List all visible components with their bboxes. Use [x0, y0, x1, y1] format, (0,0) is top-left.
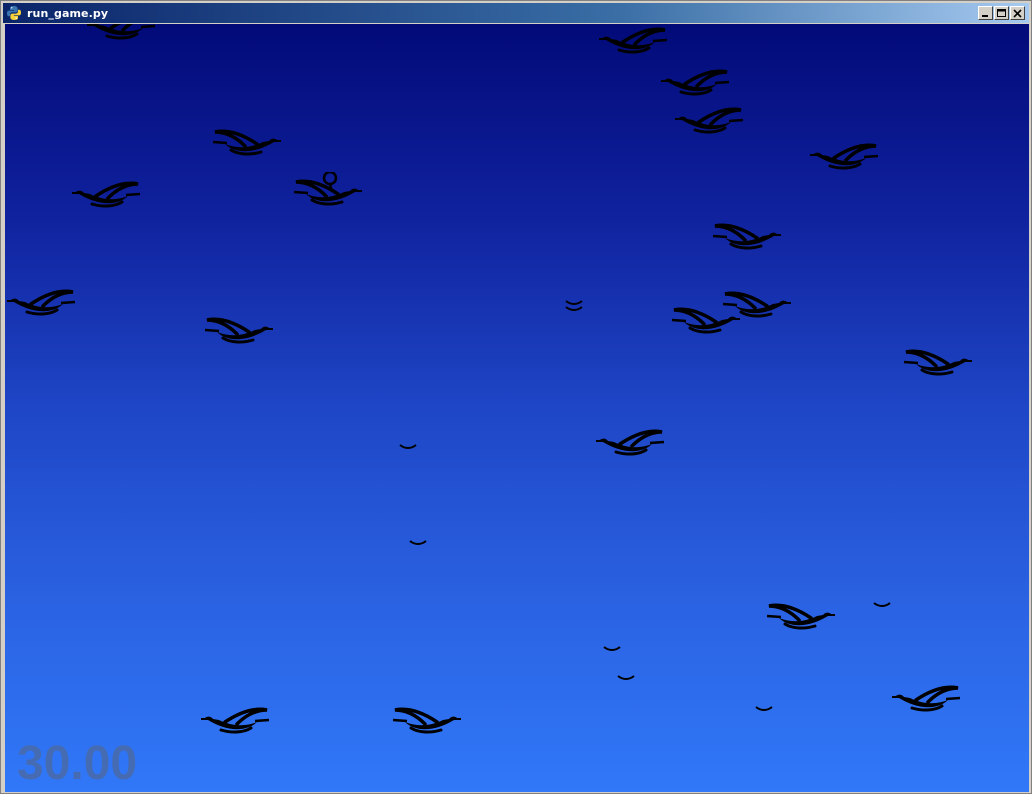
bird-sprite [902, 342, 974, 382]
bird-sprite [5, 282, 77, 322]
distant-bird-sprite [697, 784, 715, 792]
bird-sprite [85, 24, 157, 46]
game-canvas[interactable]: 30.00 [5, 24, 1029, 792]
distant-bird-sprite [409, 532, 427, 551]
window-controls [977, 6, 1025, 20]
bird-sprite [203, 310, 275, 350]
title-bar[interactable]: run_game.py [3, 3, 1029, 23]
bird-sprite [673, 100, 745, 140]
distant-bird-sprite [755, 698, 773, 717]
distant-bird-sprite [177, 784, 195, 792]
close-button[interactable] [1010, 6, 1025, 20]
minimize-button[interactable] [978, 6, 993, 20]
bird-sprite [670, 300, 742, 340]
bird-sprite [199, 700, 271, 740]
python-icon [7, 6, 21, 20]
maximize-button[interactable] [994, 6, 1009, 20]
close-icon [1013, 9, 1022, 18]
bird-sprite [808, 136, 880, 176]
bird-sprite [594, 422, 666, 462]
game-window: run_game.py 30.00 [0, 0, 1032, 794]
distant-bird-sprite [365, 784, 383, 792]
distant-bird-sprite [281, 784, 299, 792]
distant-bird-sprite [565, 298, 583, 318]
distant-bird-sprite [893, 784, 911, 792]
bird-sprite [765, 596, 837, 636]
window-title: run_game.py [27, 6, 109, 20]
bird-sprite [711, 216, 783, 256]
minimize-icon [982, 15, 988, 17]
distant-bird-sprite [603, 638, 621, 657]
distant-bird-sprite [433, 784, 451, 792]
bird-sprite [659, 62, 731, 102]
distant-bird-sprite [637, 784, 655, 792]
distant-bird-sprite [399, 436, 417, 455]
timer-display: 30.00 [17, 737, 138, 790]
distant-bird-sprite [617, 667, 635, 686]
bird-sprite [391, 700, 463, 740]
maximize-icon [997, 9, 1006, 17]
bird-sprite [70, 174, 142, 214]
bird-sprite [890, 678, 962, 718]
bird-sprite [597, 24, 669, 60]
bird-sprite [211, 122, 283, 162]
distant-bird-sprite [731, 784, 749, 792]
player-bird-sprite [292, 170, 364, 212]
distant-bird-sprite [873, 594, 891, 613]
distant-bird-sprite [763, 784, 781, 792]
